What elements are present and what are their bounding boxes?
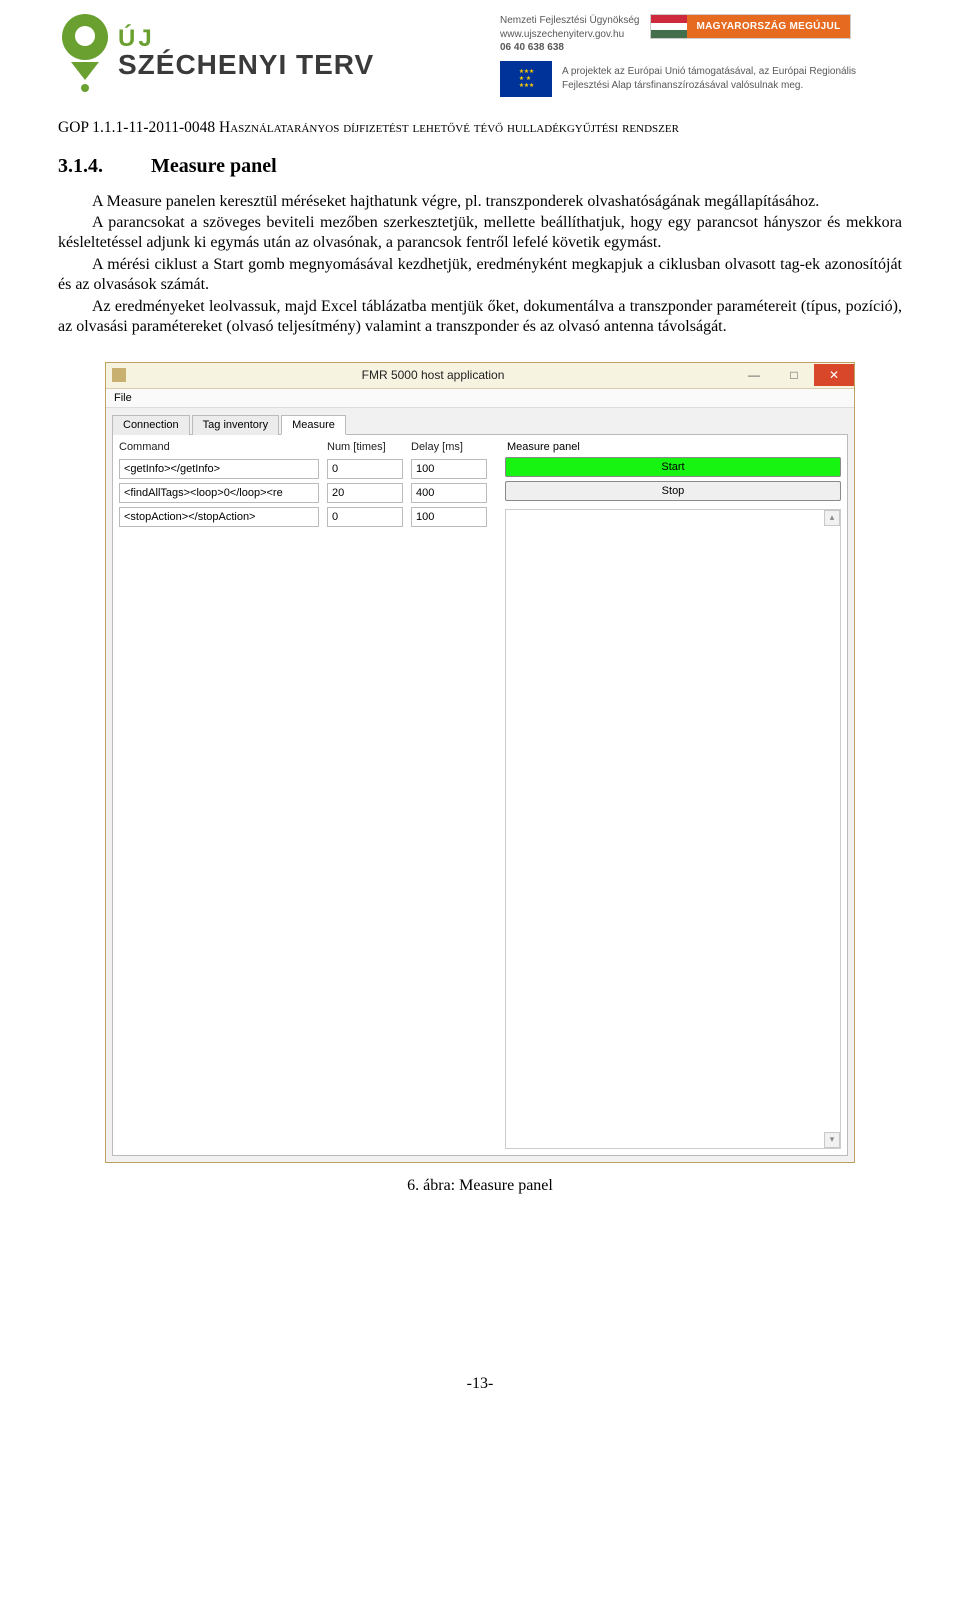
- tab-measure[interactable]: Measure: [281, 415, 346, 435]
- gop-title: Használatarányos díjfizetést lehetővé té…: [219, 119, 679, 136]
- agency-phone: 06 40 638 638: [500, 41, 640, 55]
- para-4: Az eredményeket leolvassuk, majd Excel t…: [58, 297, 902, 338]
- header-command: Command: [119, 441, 319, 455]
- delay-input-3[interactable]: [411, 507, 487, 527]
- figure-caption: 6. ábra: Measure panel: [58, 1177, 902, 1195]
- para-3: A mérési ciklust a Start gomb megnyomásá…: [58, 255, 902, 296]
- close-button[interactable]: ✕: [814, 364, 854, 386]
- delay-input-1[interactable]: [411, 459, 487, 479]
- eu-funding-text: A projektek az Európai Unió támogatásáva…: [562, 65, 902, 92]
- para-1: A Measure panelen keresztül méréseket ha…: [58, 192, 902, 212]
- tab-connection[interactable]: Connection: [112, 415, 190, 435]
- app-icon: [112, 368, 126, 382]
- eu-flag-icon: ★ ★ ★★ ★★ ★ ★: [500, 61, 552, 97]
- measure-panel-label: Measure panel: [505, 441, 841, 453]
- gop-code: GOP 1.1.1-11-2011-0048: [58, 119, 219, 136]
- window-titlebar: FMR 5000 host application — □ ✕: [106, 363, 854, 389]
- num-input-1[interactable]: [327, 459, 403, 479]
- window-title: FMR 5000 host application: [132, 368, 734, 382]
- szechenyi-logo: ÚJ SZÉCHENYI TERV: [58, 14, 374, 92]
- tab-tag-inventory[interactable]: Tag inventory: [192, 415, 279, 435]
- project-code-line: GOP 1.1.1-11-2011-0048 Használatarányos …: [58, 119, 902, 137]
- cmd-input-2[interactable]: [119, 483, 319, 503]
- page-number: -13-: [58, 1375, 902, 1393]
- cmd-input-1[interactable]: [119, 459, 319, 479]
- minimize-button[interactable]: —: [734, 364, 774, 386]
- menu-bar: File: [106, 389, 854, 408]
- menu-file[interactable]: File: [114, 392, 132, 404]
- scroll-down-icon[interactable]: ▾: [824, 1132, 840, 1148]
- stop-button[interactable]: Stop: [505, 481, 841, 501]
- command-grid: Command Num [times] Delay [ms]: [119, 441, 499, 527]
- cmd-input-3[interactable]: [119, 507, 319, 527]
- renewal-badge: MAGYARORSZÁG MEGÚJUL: [687, 15, 851, 38]
- agency-url: www.ujszechenyiterv.gov.hu: [500, 28, 640, 42]
- agency-info: Nemzeti Fejlesztési Ügynökség www.ujszec…: [500, 14, 640, 55]
- app-screenshot: FMR 5000 host application — □ ✕ File Con…: [105, 362, 855, 1163]
- delay-input-2[interactable]: [411, 483, 487, 503]
- scroll-up-icon[interactable]: ▴: [824, 510, 840, 526]
- header-num: Num [times]: [327, 441, 403, 455]
- agency-name: Nemzeti Fejlesztési Ügynökség: [500, 14, 640, 28]
- output-textarea[interactable]: ▴ ▾: [505, 509, 841, 1149]
- section-heading: 3.1.4. Measure panel: [58, 155, 902, 178]
- num-input-2[interactable]: [327, 483, 403, 503]
- start-button[interactable]: Start: [505, 457, 841, 477]
- body-text: A Measure panelen keresztül méréseket ha…: [58, 192, 902, 338]
- logo-uj: ÚJ: [118, 27, 374, 51]
- section-number: 3.1.4.: [58, 155, 103, 178]
- para-2: A parancsokat a szöveges beviteli mezőbe…: [58, 213, 902, 254]
- num-input-3[interactable]: [327, 507, 403, 527]
- section-title: Measure panel: [151, 155, 277, 178]
- map-pin-icon: [58, 14, 112, 92]
- tab-bar: Connection Tag inventory Measure: [112, 414, 848, 435]
- header-delay: Delay [ms]: [411, 441, 487, 455]
- hungary-flag-icon: MAGYARORSZÁG MEGÚJUL: [650, 14, 852, 39]
- maximize-button[interactable]: □: [774, 364, 814, 386]
- document-header: ÚJ SZÉCHENYI TERV Nemzeti Fejlesztési Üg…: [58, 0, 902, 105]
- logo-name: SZÉCHENYI TERV: [118, 51, 374, 79]
